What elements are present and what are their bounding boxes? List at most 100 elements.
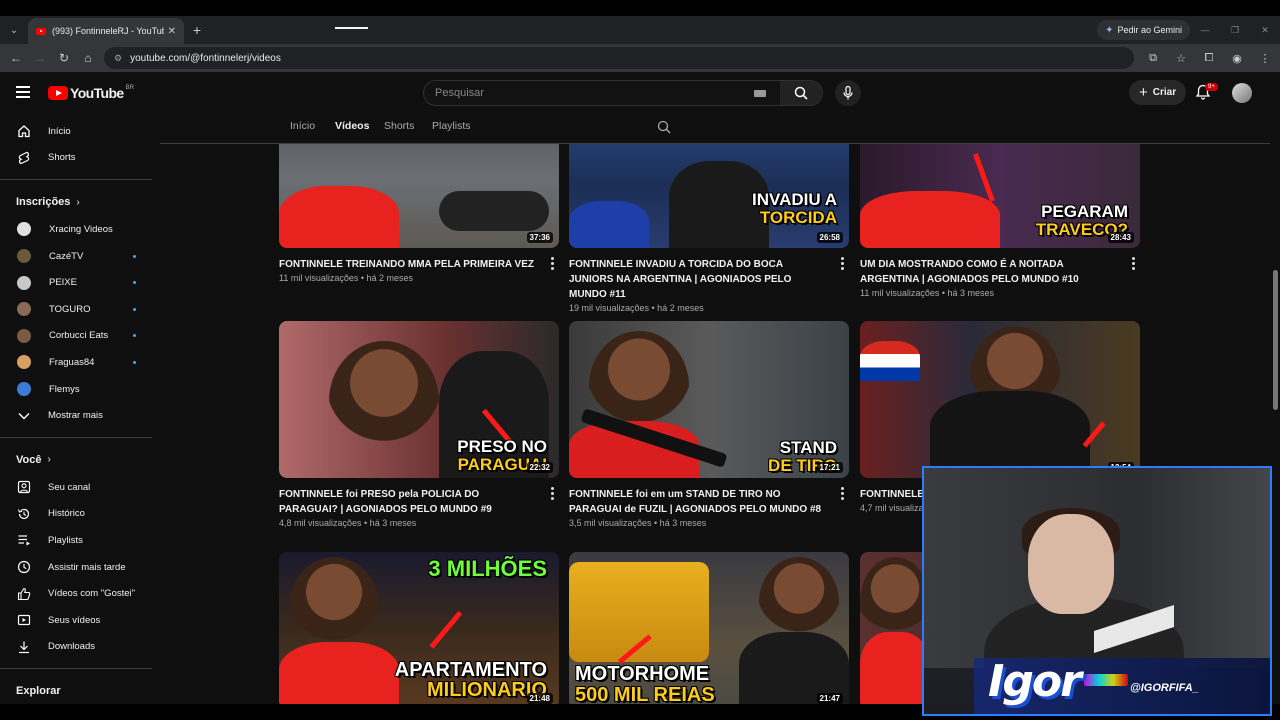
video-card[interactable]: INVADIU A TORCIDA 26:58 FONTINNELE INVAD… [569,144,849,313]
sidebar-item-liked-videos[interactable]: Vídeos com "Gostei" [0,580,158,607]
video-thumbnail[interactable]: STAND DE TIRO 17:21 [569,321,849,478]
notifications-badge: 9+ [1205,83,1218,91]
watch-later-icon [16,560,32,574]
sidebar-item-subscription[interactable]: TOGURO [0,296,158,323]
extensions-icon[interactable]: ⧠ [1198,52,1220,65]
search-input[interactable]: Pesquisar [424,87,754,99]
close-tab-icon[interactable]: ✕ [168,26,176,37]
video-thumbnail[interactable]: PEGARAM TRAVECO? 28:43 [860,144,1140,248]
video-thumbnail[interactable]: 37:36 [279,144,559,248]
thumbnail-face [329,341,439,461]
scrollbar-thumb[interactable] [1273,270,1278,410]
video-card[interactable]: PEGARAM TRAVECO? 28:43 UM DIA MOSTRANDO … [860,144,1140,298]
search-button[interactable] [780,81,822,105]
new-tab-button[interactable]: + [184,22,210,38]
sidebar-item-subscription[interactable]: Fraguas84 [0,349,158,376]
sidebar-item-your-videos[interactable]: Seus vídeos [0,607,158,634]
video-title[interactable]: UM DIA MOSTRANDO COMO É A NOITADA ARGENT… [860,257,1140,287]
you-heading[interactable]: Você › [0,446,158,474]
sidebar-item-label: Playlists [48,534,83,546]
account-avatar[interactable] [1232,83,1252,103]
sidebar-item-playlists[interactable]: Playlists [0,527,158,554]
tab-videos[interactable]: Vídeos [335,120,369,132]
voice-search-button[interactable] [835,80,861,106]
video-menu-icon[interactable] [837,487,847,500]
sidebar-item-subscription[interactable]: CazéTV [0,243,158,270]
sidebar-item-label: Histórico [48,508,85,520]
video-thumbnail[interactable]: 3 MILHÕES APARTAMENTO MILIONARIO 21:48 [279,552,559,704]
sidebar-item-subscription[interactable]: PEIXE [0,269,158,296]
tab-search-dropdown-icon[interactable]: ⌄ [0,16,28,44]
video-title[interactable]: FONTINNELE INVADIU A TORCIDA DO BOCA JUN… [569,257,849,302]
search-box[interactable]: Pesquisar [423,80,823,106]
video-title[interactable]: FONTINNELE foi em um STAND DE TIRO NO PA… [569,487,849,517]
page-scrollbar[interactable] [1271,114,1280,714]
video-meta: 11 mil visualizações • há 3 meses [860,288,995,298]
address-bar[interactable]: ⚙ youtube.com/@fontinnelerj/videos [104,47,1134,69]
video-menu-icon[interactable] [547,487,557,500]
thumbnail-caption: 500 MIL REIAS [575,684,715,704]
sidebar-item-inicio[interactable]: Início [0,118,158,145]
tab-playlists[interactable]: Playlists [432,120,471,132]
sidebar-item-show-more[interactable]: Mostrar mais [0,402,158,429]
restore-icon[interactable]: ❐ [1220,16,1250,44]
video-card[interactable]: 37:36 FONTINNELE TREINANDO MMA PELA PRIM… [279,144,559,283]
minimize-icon[interactable]: — [1190,16,1220,44]
video-card[interactable]: 3 MILHÕES APARTAMENTO MILIONARIO 21:48 [279,552,559,704]
reload-icon[interactable]: ↻ [52,51,76,65]
channel-tabs: Início Vídeos Shorts Playlists [160,114,1270,144]
tab-shorts[interactable]: Shorts [384,120,414,132]
keyboard-icon[interactable] [754,89,766,97]
video-card[interactable]: PRESO NO PARAGUAI 22:32 FONTINNELE foi P… [279,321,559,528]
sidebar-item-subscription[interactable]: Xracing Videos [0,216,158,243]
gemini-label: Pedir ao Gemini [1117,25,1182,35]
sidebar-item-label: Seus vídeos [48,614,101,626]
close-window-icon[interactable]: ✕ [1250,16,1280,44]
video-menu-icon[interactable] [547,257,557,270]
hamburger-menu-icon[interactable] [16,86,30,98]
new-content-dot [133,334,136,338]
gemini-button[interactable]: ✦ Pedir ao Gemini [1097,20,1190,40]
forward-icon[interactable]: → [28,51,52,65]
video-meta: 4,8 mil visualizações • há 3 meses [279,518,417,528]
profile-icon[interactable]: ◉ [1226,52,1248,65]
video-card[interactable]: STAND DE TIRO 17:21 FONTINNELE foi em um… [569,321,849,528]
sidebar-item-watch-later[interactable]: Assistir mais tarde [0,554,158,581]
sidebar-item-downloads[interactable]: Downloads [0,634,158,661]
bookmark-star-icon[interactable]: ☆ [1170,52,1192,65]
country-code: BR [125,85,134,91]
video-menu-icon[interactable] [837,257,847,270]
video-thumbnail[interactable]: PRESO NO PARAGUAI 22:32 [279,321,559,478]
site-info-icon[interactable]: ⚙ [114,53,122,64]
sidebar-item-subscription[interactable]: Corbucci Eats [0,323,158,350]
video-duration: 21:48 [526,693,553,704]
explore-heading-label: Explorar [16,685,61,698]
video-title[interactable]: FONTINNELE foi PRESO pela POLICIA DO PAR… [279,487,559,517]
channel-search-icon[interactable] [657,120,671,134]
thumbnail-caption: MOTORHOME [575,663,710,685]
video-duration: 37:36 [526,232,553,243]
video-menu-icon[interactable] [1128,257,1138,270]
home-icon [16,124,32,138]
browser-menu-icon[interactable]: ⋮ [1254,52,1276,65]
video-card[interactable]: MOTORHOME 500 MIL REIAS 21:47 [569,552,849,704]
home-browser-icon[interactable]: ⌂ [76,51,100,65]
sidebar-item-history[interactable]: Histórico [0,501,158,528]
video-thumbnail[interactable]: MOTORHOME 500 MIL REIAS 21:47 [569,552,849,704]
sidebar-item-subscription[interactable]: Flemys [0,376,158,403]
create-button[interactable]: + Criar [1129,80,1187,105]
browser-tab-youtube[interactable]: (993) FontinneleRJ - YouTube ✕ [28,18,184,44]
chevron-right-icon: › [47,454,51,466]
plus-icon: + [1139,84,1148,101]
tab-inicio[interactable]: Início [290,120,315,132]
subscriptions-heading[interactable]: Inscrições › [0,188,158,216]
video-title[interactable]: FONTINNELE TREINANDO MMA PELA PRIMEIRA V… [279,257,559,272]
youtube-logo[interactable]: YouTube BR [48,85,134,101]
back-icon[interactable]: ← [4,51,28,65]
sidebar-item-your-channel[interactable]: Seu canal [0,474,158,501]
install-app-icon[interactable]: ⧉ [1142,52,1164,65]
sidebar-item-shorts[interactable]: Shorts [0,145,158,172]
video-duration: 22:32 [526,462,553,473]
video-thumbnail[interactable]: INVADIU A TORCIDA 26:58 [569,144,849,248]
video-thumbnail[interactable]: 12:54 [860,321,1140,478]
